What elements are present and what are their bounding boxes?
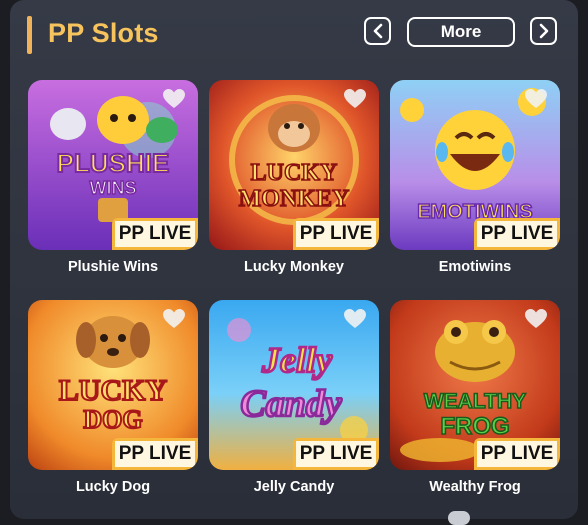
game-thumbnail[interactable]: EMOTIWINS PP LIVE <box>390 80 560 250</box>
favorite-heart-icon[interactable] <box>524 88 548 110</box>
favorite-heart-icon[interactable] <box>343 88 367 110</box>
title-accent-bar <box>27 16 32 54</box>
svg-text:Candy: Candy <box>240 383 341 425</box>
svg-text:WINS: WINS <box>90 178 137 198</box>
game-thumbnail[interactable]: LUCKY DOG PP LIVE <box>28 300 198 470</box>
scroll-indicator[interactable] <box>448 511 470 525</box>
svg-text:PLUSHIE: PLUSHIE <box>57 148 170 178</box>
game-card-lucky-monkey[interactable]: LUCKY MONKEY PP LIVE Lucky Monkey <box>209 80 379 275</box>
pp-live-badge: PP LIVE <box>474 438 560 470</box>
game-title: Lucky Dog <box>75 479 151 495</box>
game-thumbnail[interactable]: WEALTHY FROG PP LIVE <box>390 300 560 470</box>
game-card-wealthy-frog[interactable]: WEALTHY FROG PP LIVE Wealthy Frog <box>390 300 560 495</box>
pp-live-label: PP LIVE <box>114 221 196 247</box>
game-title: Lucky Monkey <box>244 259 344 275</box>
pp-live-badge: PP LIVE <box>293 218 379 250</box>
pp-live-badge: PP LIVE <box>474 218 560 250</box>
svg-text:Jelly: Jelly <box>261 340 333 380</box>
game-thumbnail[interactable]: PLUSHIE WINS PP LIVE <box>28 80 198 250</box>
chevron-right-icon <box>539 23 548 39</box>
game-thumbnail[interactable]: Jelly Candy PP LIVE <box>209 300 379 470</box>
svg-text:DOG: DOG <box>83 405 142 434</box>
chevron-left-icon <box>373 23 382 39</box>
favorite-heart-icon[interactable] <box>162 88 186 110</box>
more-button[interactable]: More <box>407 17 515 47</box>
svg-text:WEALTHY: WEALTHY <box>424 390 526 413</box>
pp-live-label: PP LIVE <box>295 221 377 247</box>
section-header: PP Slots More <box>0 0 588 70</box>
game-title: Wealthy Frog <box>429 479 521 495</box>
game-title: Plushie Wins <box>67 259 159 275</box>
pp-live-label: PP LIVE <box>476 441 558 467</box>
game-card-emotiwins[interactable]: EMOTIWINS PP LIVE Emotiwins <box>390 80 560 275</box>
svg-text:FROG: FROG <box>440 413 509 440</box>
pp-live-label: PP LIVE <box>295 441 377 467</box>
section-title: PP Slots <box>48 18 159 48</box>
favorite-heart-icon[interactable] <box>162 308 186 330</box>
pp-live-label: PP LIVE <box>114 441 196 467</box>
favorite-heart-icon[interactable] <box>343 308 367 330</box>
pp-live-badge: PP LIVE <box>293 438 379 470</box>
game-card-plushie-wins[interactable]: PLUSHIE WINS PP LIVE Plushie Wins <box>28 80 198 275</box>
svg-text:LUCKY: LUCKY <box>251 160 338 186</box>
game-card-jelly-candy[interactable]: Jelly Candy PP LIVE Jelly Candy <box>209 300 379 495</box>
pp-live-label: PP LIVE <box>476 221 558 247</box>
favorite-heart-icon[interactable] <box>524 308 548 330</box>
next-button[interactable] <box>530 17 557 45</box>
svg-text:LUCKY: LUCKY <box>59 374 168 407</box>
game-thumbnail[interactable]: LUCKY MONKEY PP LIVE <box>209 80 379 250</box>
game-title: Emotiwins <box>438 259 512 275</box>
pp-live-badge: PP LIVE <box>112 438 198 470</box>
pp-live-badge: PP LIVE <box>112 218 198 250</box>
previous-button[interactable] <box>364 17 391 45</box>
svg-text:MONKEY: MONKEY <box>239 186 350 212</box>
game-card-lucky-dog[interactable]: LUCKY DOG PP LIVE Lucky Dog <box>28 300 198 495</box>
game-title: Jelly Candy <box>253 479 335 495</box>
